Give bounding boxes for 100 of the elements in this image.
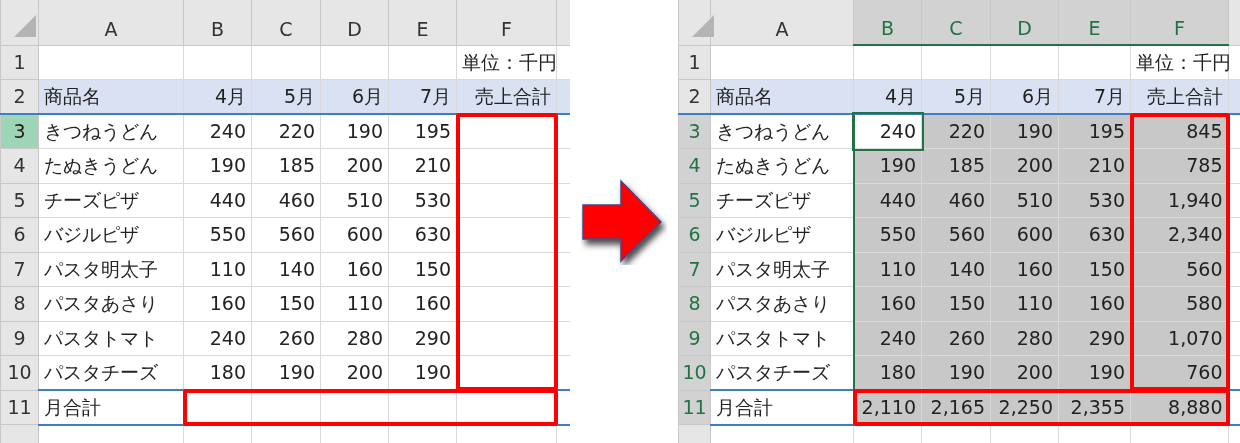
table-cell: 440 — [183, 183, 252, 218]
table-cell: 220 — [251, 114, 321, 149]
column-header[interactable]: C — [251, 0, 321, 45]
table-cell: 単位：千円 — [1130, 45, 1229, 80]
table-cell: 200 — [320, 148, 389, 183]
table-cell: 160 — [990, 252, 1059, 287]
row-header[interactable]: 8 — [678, 286, 711, 321]
select-all-button[interactable] — [0, 0, 39, 45]
table-cell: 単位：千円 — [456, 45, 557, 80]
table-cell: パスタトマト — [38, 321, 184, 356]
table-cell: 140 — [921, 252, 991, 287]
table-cell: チーズピザ — [38, 183, 184, 218]
row-header[interactable]: 2 — [678, 79, 711, 114]
table-cell: 560 — [921, 217, 991, 252]
row-header[interactable]: 4 — [0, 148, 39, 183]
table-cell: 260 — [251, 321, 321, 356]
table-cell: 560 — [251, 217, 321, 252]
row-header[interactable]: 4 — [678, 148, 711, 183]
column-label: 4月 — [183, 79, 252, 114]
table-cell: 160 — [183, 286, 252, 321]
column-header[interactable]: A — [38, 0, 184, 45]
row-header[interactable]: 1 — [0, 45, 39, 80]
column-header[interactable]: E — [1058, 0, 1131, 45]
column-label: 6月 — [320, 79, 389, 114]
table-cell: 630 — [1058, 217, 1131, 252]
column-header[interactable]: F — [1130, 0, 1229, 45]
table-cell: 195 — [1058, 114, 1131, 149]
row-header[interactable]: 5 — [678, 183, 711, 218]
table-cell: 440 — [853, 183, 922, 218]
table-cell: 月合計 — [710, 390, 854, 425]
table-cell: 600 — [990, 217, 1059, 252]
table-cell: 190 — [990, 114, 1059, 149]
table-cell: 510 — [990, 183, 1059, 218]
table-cell: 260 — [921, 321, 991, 356]
row-header[interactable]: 8 — [0, 286, 39, 321]
table-cell: 150 — [1058, 252, 1131, 287]
row-header[interactable]: 5 — [0, 183, 39, 218]
table-cell: パスタ明太子 — [38, 252, 184, 287]
row-header[interactable]: 10 — [678, 355, 711, 390]
column-label: 7月 — [388, 79, 457, 114]
table-cell: 510 — [320, 183, 389, 218]
row-header[interactable]: 6 — [678, 217, 711, 252]
column-label: 6月 — [990, 79, 1059, 114]
row-header[interactable]: 10 — [0, 355, 39, 390]
table-cell: 110 — [853, 252, 922, 287]
table-cell: 150 — [251, 286, 321, 321]
table-cell: 240 — [183, 114, 252, 149]
table-cell: きつねうどん — [38, 114, 184, 149]
row-header[interactable]: 11 — [678, 390, 711, 425]
table-cell: 190 — [183, 148, 252, 183]
row-header[interactable]: 9 — [678, 321, 711, 356]
column-label: 7月 — [1058, 79, 1131, 114]
table-cell: 240 — [853, 321, 922, 356]
table-cell: 160 — [320, 252, 389, 287]
table-cell: 240 — [853, 114, 922, 149]
table-cell: 530 — [1058, 183, 1131, 218]
row-header[interactable]: 11 — [0, 390, 39, 425]
column-header[interactable]: A — [710, 0, 854, 45]
table-cell: 240 — [183, 321, 252, 356]
table-cell: たぬきうどん — [38, 148, 184, 183]
column-header[interactable]: B — [853, 0, 922, 45]
table-cell: 550 — [183, 217, 252, 252]
row-header[interactable]: 3 — [0, 114, 39, 149]
table-cell: 110 — [990, 286, 1059, 321]
table-cell: 月合計 — [38, 390, 184, 425]
table-cell: 280 — [990, 321, 1059, 356]
column-label: 5月 — [921, 79, 991, 114]
column-label: 商品名 — [710, 79, 854, 114]
row-header[interactable]: 3 — [678, 114, 711, 149]
table-cell: 210 — [1058, 148, 1131, 183]
row-header[interactable]: 2 — [0, 79, 39, 114]
table-cell: 160 — [853, 286, 922, 321]
table-cell: 290 — [1058, 321, 1131, 356]
table-cell: 550 — [853, 217, 922, 252]
row-header[interactable]: 6 — [0, 217, 39, 252]
table-cell: 110 — [320, 286, 389, 321]
table-cell: パスタあさり — [38, 286, 184, 321]
table-cell: 200 — [990, 148, 1059, 183]
row-header[interactable]: 7 — [678, 252, 711, 287]
column-label: 5月 — [251, 79, 321, 114]
column-header[interactable]: D — [990, 0, 1059, 45]
column-header[interactable]: F — [456, 0, 557, 45]
column-header[interactable]: B — [183, 0, 252, 45]
table-cell: 185 — [251, 148, 321, 183]
column-label: 商品名 — [38, 79, 184, 114]
select-all-button[interactable] — [678, 0, 711, 45]
table-cell: バジルピザ — [38, 217, 184, 252]
row-header[interactable]: 1 — [678, 45, 711, 80]
table-cell: 460 — [251, 183, 321, 218]
table-cell: 190 — [320, 114, 389, 149]
table-cell: 150 — [921, 286, 991, 321]
column-header[interactable]: C — [921, 0, 991, 45]
table-cell: 140 — [251, 252, 321, 287]
column-header[interactable]: E — [388, 0, 457, 45]
table-cell: 280 — [320, 321, 389, 356]
table-cell: 110 — [183, 252, 252, 287]
row-header[interactable]: 9 — [0, 321, 39, 356]
table-cell: 160 — [1058, 286, 1131, 321]
column-header[interactable]: D — [320, 0, 389, 45]
row-header[interactable]: 7 — [0, 252, 39, 287]
